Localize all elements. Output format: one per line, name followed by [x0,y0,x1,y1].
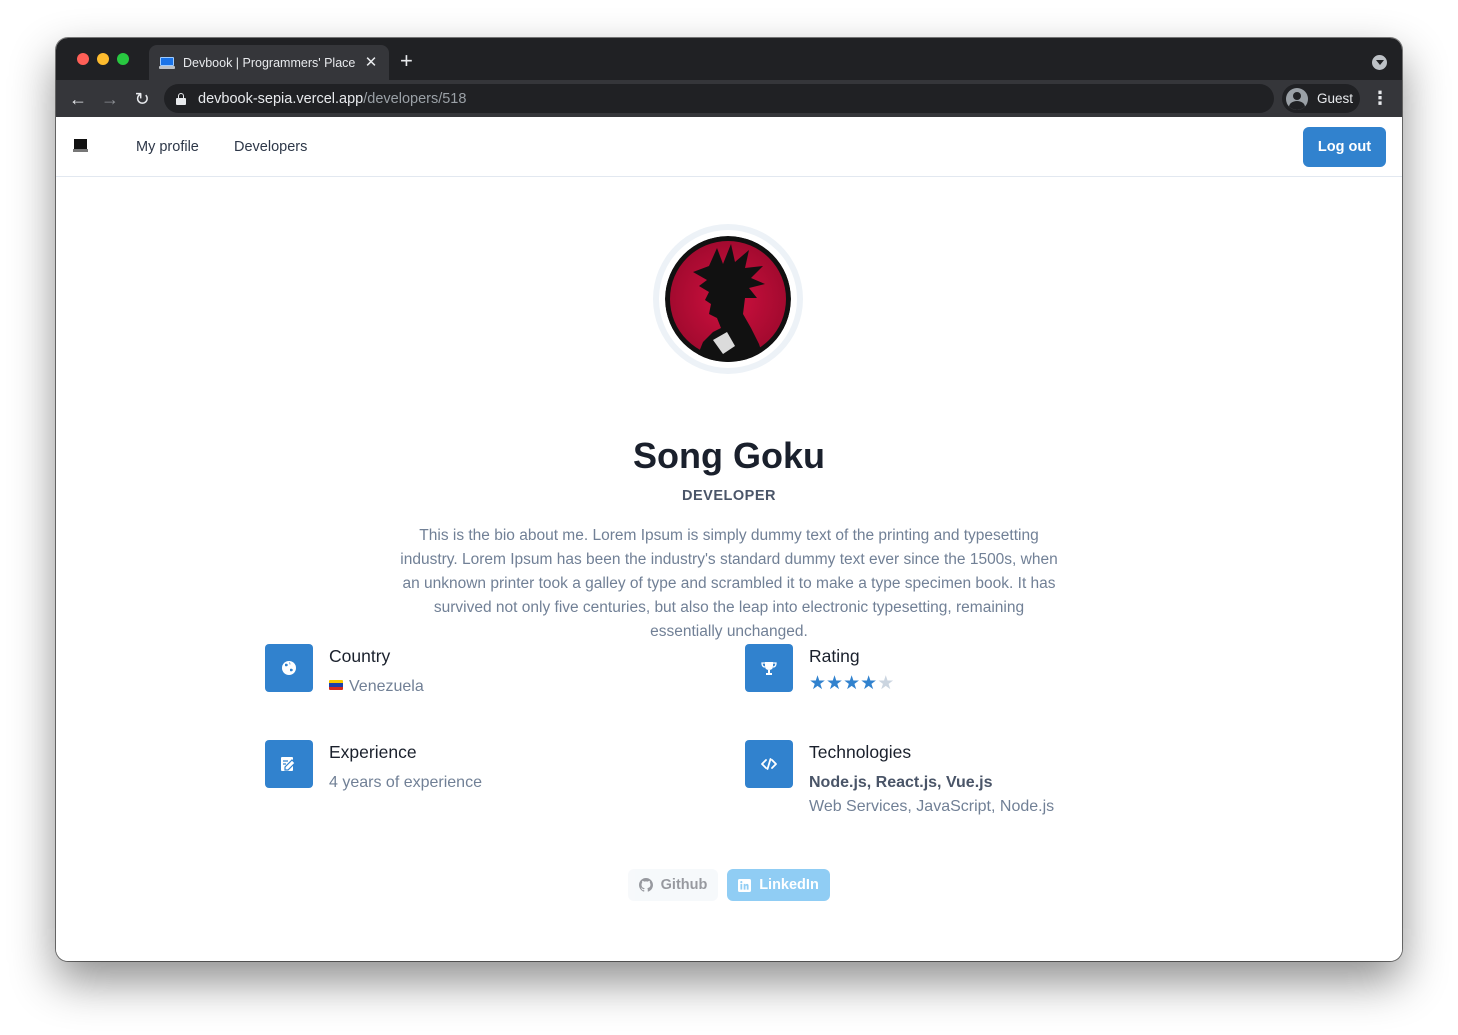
trophy-icon [745,644,793,692]
nav-link-developers[interactable]: Developers [234,139,307,155]
avatar-image [665,236,791,362]
country-value: Venezuela [329,678,424,696]
close-window-button[interactable] [77,53,89,65]
tab-title: Devbook | Programmers' Place [183,55,356,70]
browser-window: Devbook | Programmers' Place ✕ + ← → ↻ d… [56,38,1402,961]
github-icon [638,878,653,892]
user-avatar-icon [1286,87,1308,110]
feature-title: Country [329,646,391,666]
page-content: My profile Developers Log out Song Goku … [56,117,1402,961]
experience-value: 4 years of experience [329,774,482,791]
browser-toolbar: ← → ↻ devbook-sepia.vercel.app/developer… [56,80,1402,117]
browser-titlebar: Devbook | Programmers' Place ✕ + [56,38,1402,80]
developer-bio: This is the bio about me. Lorem Ipsum is… [400,527,1058,640]
linkedin-button[interactable]: LinkedIn [727,869,830,901]
star-empty-icon: ★ [877,673,895,694]
url-host: devbook-sepia.vercel.app [198,90,364,107]
browser-menu-icon[interactable]: ⋮ [1370,88,1390,110]
tab-close-icon[interactable]: ✕ [363,54,379,71]
laptop-logo-icon[interactable] [73,139,88,153]
linkedin-icon [738,878,752,892]
profile-button[interactable]: Guest [1282,84,1360,113]
profile-label: Guest [1317,91,1354,106]
github-label: Github [660,877,708,893]
forward-button[interactable]: → [98,87,122,111]
feature-country: Country Venezuela [265,644,685,754]
minimize-window-button[interactable] [97,53,109,65]
feature-title: Experience [329,742,417,762]
logout-button[interactable]: Log out [1303,127,1386,167]
feature-title: Technologies [809,742,912,762]
reload-button[interactable]: ↻ [130,87,154,111]
feature-experience: Experience 4 years of experience [265,740,685,850]
feature-technologies: Technologies Node.js, React.js, Vue.js W… [745,740,1165,850]
code-icon [745,740,793,788]
developer-name: Song Goku [633,435,825,476]
laptop-icon [159,56,175,69]
star-rating: ★ ★ ★ ★ ★ [809,674,894,694]
technologies-main: Node.js, React.js, Vue.js [809,774,993,791]
github-button[interactable]: Github [628,869,718,901]
browser-tab[interactable]: Devbook | Programmers' Place ✕ [149,45,389,80]
globe-icon [265,644,313,692]
star-filled-icon: ★ [860,673,878,694]
star-filled-icon: ★ [809,673,827,694]
technologies-secondary: Web Services, JavaScript, Node.js [809,798,1055,815]
star-filled-icon: ★ [843,673,861,694]
url-path: /developers/518 [363,90,467,107]
site-navbar: My profile Developers Log out [56,117,1402,177]
avatar [653,224,803,374]
feature-rating: Rating ★ ★ ★ ★ ★ [745,644,1165,754]
nav-link-my-profile[interactable]: My profile [136,139,199,155]
new-tab-button[interactable]: + [400,50,413,72]
lock-icon [176,92,186,105]
linkedin-label: LinkedIn [759,877,819,893]
maximize-window-button[interactable] [117,53,129,65]
address-bar[interactable]: devbook-sepia.vercel.app/developers/518 [164,84,1274,113]
venezuela-flag-icon [329,680,343,690]
tab-search-icon[interactable] [1372,55,1387,70]
back-button[interactable]: ← [66,87,90,111]
feature-title: Rating [809,646,860,666]
developer-role: DEVELOPER [682,488,776,504]
edit-icon [265,740,313,788]
star-filled-icon: ★ [826,673,844,694]
